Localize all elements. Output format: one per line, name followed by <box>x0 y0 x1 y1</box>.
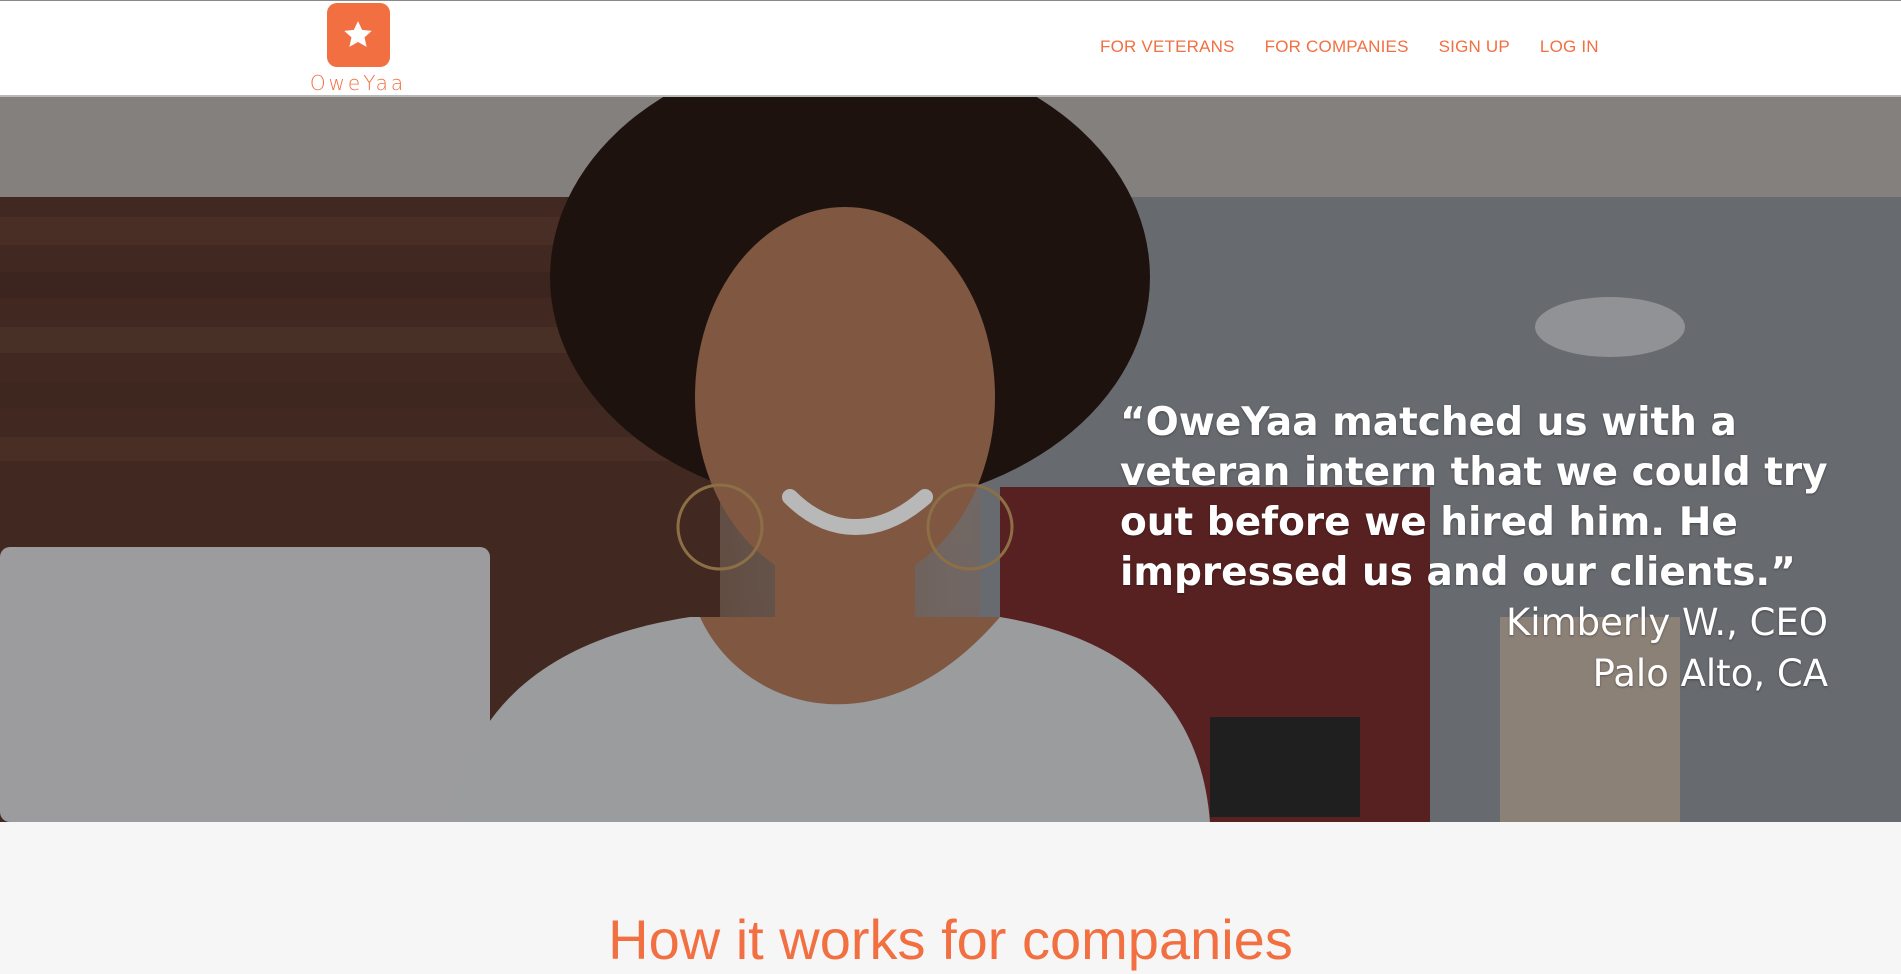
top-navigation-bar: OweYaa FOR VETERANS FOR COMPANIES SIGN U… <box>0 0 1901 97</box>
attribution-name: Kimberly W., CEO <box>1506 601 1828 644</box>
nav-for-companies[interactable]: FOR COMPANIES <box>1265 37 1409 57</box>
nav-log-in[interactable]: LOG IN <box>1540 37 1599 57</box>
nav-for-veterans[interactable]: FOR VETERANS <box>1100 37 1235 57</box>
testimonial-quote: “OweYaa matched us with a veteran intern… <box>1120 400 1828 595</box>
logo-badge <box>326 3 390 67</box>
brand-name: OweYaa <box>309 71 407 95</box>
brand-logo[interactable]: OweYaa <box>309 3 407 95</box>
how-it-works-title: How it works for companies <box>608 908 1293 971</box>
attribution-location: Palo Alto, CA <box>1592 652 1828 695</box>
testimonial-attribution: Kimberly W., CEO Palo Alto, CA <box>1328 597 1828 699</box>
main-navigation: FOR VETERANS FOR COMPANIES SIGN UP LOG I… <box>1100 37 1599 57</box>
testimonial-hero: “OweYaa matched us with a veteran intern… <box>0 97 1901 822</box>
star-icon <box>344 21 372 47</box>
nav-sign-up[interactable]: SIGN UP <box>1439 37 1510 57</box>
